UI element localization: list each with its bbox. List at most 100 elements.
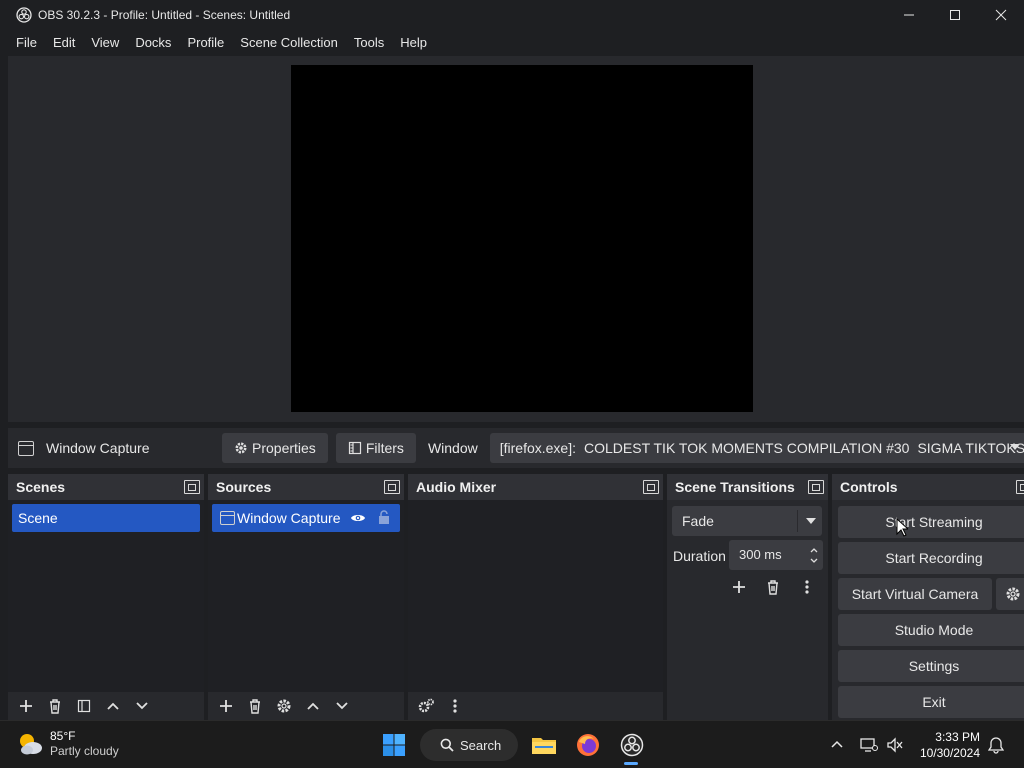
close-button[interactable] (978, 0, 1024, 30)
maximize-button[interactable] (932, 0, 978, 30)
window-label: Window (427, 440, 478, 456)
audio-mixer-footer (408, 692, 663, 720)
minimize-button[interactable] (886, 0, 932, 30)
spin-up-icon[interactable] (809, 545, 819, 555)
trash-icon (50, 699, 60, 714)
start-streaming-button[interactable]: Start Streaming (838, 506, 1024, 538)
controls-title: Controls (840, 479, 898, 495)
move-scene-down-button[interactable] (130, 695, 154, 717)
add-source-button[interactable] (214, 695, 238, 717)
list-item[interactable]: Window Capture (212, 504, 400, 532)
undock-icon[interactable] (1016, 480, 1024, 494)
volume-button[interactable] (886, 721, 904, 768)
advanced-audio-properties-button[interactable] (414, 695, 438, 717)
filter-icon (348, 441, 361, 455)
filters-label: Filters (365, 440, 404, 456)
list-item[interactable]: Scene (12, 504, 200, 532)
taskbar-search[interactable]: Search (420, 729, 518, 761)
menu-docks[interactable]: Docks (127, 30, 179, 56)
chevron-down-icon (1010, 444, 1020, 450)
weather-widget[interactable]: 85°F Partly cloudy (16, 729, 119, 759)
gear-icon (1006, 587, 1020, 601)
network-status-button[interactable] (860, 721, 878, 768)
scene-filters-button[interactable] (72, 695, 96, 717)
trash-icon (768, 580, 778, 595)
obs-logo-icon (16, 7, 32, 23)
properties-label: Properties (252, 440, 316, 456)
folder-icon (532, 738, 556, 754)
source-properties-button[interactable] (272, 695, 296, 717)
menu-help[interactable]: Help (392, 30, 435, 56)
sources-title: Sources (216, 479, 272, 495)
menu-scene-collection[interactable]: Scene Collection (232, 30, 346, 56)
menu-tools[interactable]: Tools (346, 30, 392, 56)
undock-icon[interactable] (184, 480, 200, 494)
remove-transition-button[interactable] (761, 576, 785, 598)
move-scene-up-button[interactable] (101, 695, 125, 717)
spin-down-icon[interactable] (809, 556, 819, 566)
filters-button[interactable]: Filters (335, 433, 416, 463)
gears-icon (418, 698, 434, 713)
exit-label: Exit (922, 694, 946, 710)
eye-icon[interactable] (350, 512, 366, 524)
duration-value: 300 ms (739, 547, 782, 562)
kebab-menu-icon (805, 580, 809, 594)
move-source-up-button[interactable] (301, 695, 325, 717)
mouse-cursor-icon (896, 518, 908, 537)
kebab-menu-icon (453, 699, 457, 713)
menu-view[interactable]: View (83, 30, 127, 56)
studio-mode-label: Studio Mode (894, 622, 974, 638)
window-select-suffix: SIGMA TIKTOKS (917, 440, 1024, 456)
studio-mode-button[interactable]: Studio Mode (838, 614, 1024, 646)
chevron-down-icon (336, 702, 348, 710)
settings-button[interactable]: Settings (838, 650, 1024, 682)
file-explorer-button[interactable] (530, 731, 558, 759)
exit-button[interactable]: Exit (838, 686, 1024, 718)
start-virtual-camera-button[interactable]: Start Virtual Camera (838, 578, 992, 610)
obs-logo-icon (620, 733, 644, 757)
transition-select[interactable]: Fade (672, 506, 822, 536)
undock-icon[interactable] (808, 480, 824, 494)
chevron-down-icon (806, 518, 816, 524)
clock-time: 3:33 PM (935, 730, 980, 744)
duration-spinbox[interactable]: 300 ms (729, 540, 823, 570)
start-button[interactable] (380, 731, 408, 759)
firefox-button[interactable] (574, 731, 602, 759)
add-transition-button[interactable] (727, 576, 751, 598)
search-icon (440, 738, 454, 752)
window-select[interactable]: [firefox.exe]: COLDEST TIK TOK MOMENTS C… (489, 433, 1024, 463)
add-scene-button[interactable] (14, 695, 38, 717)
properties-button[interactable]: Properties (222, 433, 328, 463)
scenes-list: Scene (8, 500, 204, 692)
network-icon (860, 738, 878, 752)
menu-edit[interactable]: Edit (45, 30, 83, 56)
transition-menu-button[interactable] (795, 576, 819, 598)
remove-source-button[interactable] (243, 695, 267, 717)
start-recording-label: Start Recording (885, 550, 983, 566)
window-controls (886, 0, 1024, 30)
menu-file[interactable]: File (8, 30, 45, 56)
show-hidden-icons-button[interactable] (830, 721, 844, 768)
start-recording-button[interactable]: Start Recording (838, 542, 1024, 574)
remove-scene-button[interactable] (43, 695, 67, 717)
undock-icon[interactable] (643, 480, 659, 494)
notification-bell-icon (988, 737, 1004, 754)
move-source-down-button[interactable] (330, 695, 354, 717)
obs-taskbar-button[interactable] (618, 731, 646, 759)
preview-canvas[interactable] (291, 65, 753, 412)
chevron-down-icon (136, 702, 148, 710)
plus-icon (220, 700, 232, 712)
audio-mixer-menu-button[interactable] (443, 695, 467, 717)
notifications-button[interactable] (988, 721, 1004, 768)
undock-icon[interactable] (384, 480, 400, 494)
virtual-camera-settings-button[interactable] (996, 578, 1024, 610)
window-select-title: COLDEST TIK TOK MOMENTS COMPILATION #30 (584, 440, 910, 456)
clock[interactable]: 3:33 PM 10/30/2024 (920, 729, 980, 761)
lock-icon[interactable] (378, 510, 390, 525)
settings-label: Settings (908, 658, 960, 674)
plus-icon (733, 581, 745, 593)
menu-profile[interactable]: Profile (179, 30, 232, 56)
partly-cloudy-icon (20, 734, 42, 755)
trash-icon (250, 699, 260, 714)
minimize-icon (904, 14, 914, 16)
